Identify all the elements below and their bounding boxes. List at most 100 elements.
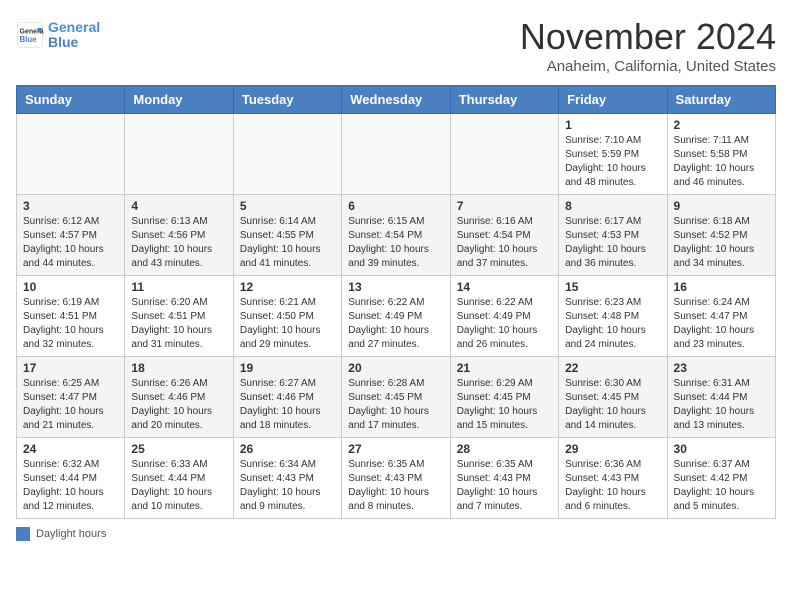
- calendar-cell: 22Sunrise: 6:30 AM Sunset: 4:45 PM Dayli…: [559, 357, 667, 438]
- calendar-week-2: 10 Sunrise: 6:19 AM Sunset: 4:51 PM Dayli…: [17, 276, 776, 357]
- day-info: Sunrise: 6:32 AM Sunset: 4:44 PM Dayligh…: [23, 458, 118, 514]
- day-info: Sunrise: 6:14 AM Sunset: 4:55 PM Dayligh…: [240, 215, 335, 271]
- legend-box: [16, 527, 30, 541]
- calendar-cell: 24 Sunrise: 6:32 AM Sunset: 4:44 PM Dayli…: [17, 438, 125, 519]
- day-info: Sunrise: 6:29 AM Sunset: 4:45 PM Dayligh…: [457, 377, 552, 433]
- header: General Blue General Blue November 2024 …: [16, 16, 776, 75]
- day-info: Sunrise: 6:22 AM Sunset: 4:49 PM Dayligh…: [457, 296, 552, 352]
- day-info: Sunrise: 6:20 AM Sunset: 4:51 PM Dayligh…: [131, 296, 226, 352]
- calendar-header-wednesday: Wednesday: [342, 86, 450, 114]
- calendar-cell: 16Sunrise: 6:24 AM Sunset: 4:47 PM Dayli…: [667, 276, 775, 357]
- svg-text:Blue: Blue: [20, 35, 38, 44]
- day-number: 12: [240, 280, 335, 294]
- calendar-cell: 9Sunrise: 6:18 AM Sunset: 4:52 PM Daylig…: [667, 195, 775, 276]
- calendar-cell: 30 Sunrise: 6:37 AM Sunset: 4:42 PM Dayli…: [667, 438, 775, 519]
- day-number: 26: [240, 442, 335, 456]
- calendar-cell: 27Sunrise: 6:35 AM Sunset: 4:43 PM Dayli…: [342, 438, 450, 519]
- day-info: Sunrise: 6:23 AM Sunset: 4:48 PM Dayligh…: [565, 296, 660, 352]
- day-info: Sunrise: 6:19 AM Sunset: 4:51 PM Dayligh…: [23, 296, 118, 352]
- calendar-week-4: 24 Sunrise: 6:32 AM Sunset: 4:44 PM Dayli…: [17, 438, 776, 519]
- day-number: 14: [457, 280, 552, 294]
- day-info: Sunrise: 6:22 AM Sunset: 4:49 PM Dayligh…: [348, 296, 443, 352]
- calendar-cell: 28Sunrise: 6:35 AM Sunset: 4:43 PM Dayli…: [450, 438, 558, 519]
- calendar-header-monday: Monday: [125, 86, 233, 114]
- calendar-cell: 23Sunrise: 6:31 AM Sunset: 4:44 PM Dayli…: [667, 357, 775, 438]
- day-number: 5: [240, 199, 335, 213]
- legend: Daylight hours: [16, 527, 776, 541]
- day-number: 11: [131, 280, 226, 294]
- calendar-cell: 26Sunrise: 6:34 AM Sunset: 4:43 PM Dayli…: [233, 438, 341, 519]
- day-info: Sunrise: 6:28 AM Sunset: 4:45 PM Dayligh…: [348, 377, 443, 433]
- calendar: SundayMondayTuesdayWednesdayThursdayFrid…: [16, 85, 776, 519]
- calendar-cell: 25 Sunrise: 6:33 AM Sunset: 4:44 PM Dayli…: [125, 438, 233, 519]
- calendar-cell: 18 Sunrise: 6:26 AM Sunset: 4:46 PM Dayli…: [125, 357, 233, 438]
- day-number: 8: [565, 199, 660, 213]
- day-number: 27: [348, 442, 443, 456]
- day-info: Sunrise: 6:30 AM Sunset: 4:45 PM Dayligh…: [565, 377, 660, 433]
- calendar-cell: 29 Sunrise: 6:36 AM Sunset: 4:43 PM Dayli…: [559, 438, 667, 519]
- day-number: 10: [23, 280, 118, 294]
- calendar-cell: 12Sunrise: 6:21 AM Sunset: 4:50 PM Dayli…: [233, 276, 341, 357]
- day-number: 19: [240, 361, 335, 375]
- day-number: 30: [674, 442, 769, 456]
- calendar-cell: 13Sunrise: 6:22 AM Sunset: 4:49 PM Dayli…: [342, 276, 450, 357]
- day-number: 29: [565, 442, 660, 456]
- day-info: Sunrise: 6:27 AM Sunset: 4:46 PM Dayligh…: [240, 377, 335, 433]
- day-info: Sunrise: 6:17 AM Sunset: 4:53 PM Dayligh…: [565, 215, 660, 271]
- day-number: 6: [348, 199, 443, 213]
- calendar-header-thursday: Thursday: [450, 86, 558, 114]
- day-number: 20: [348, 361, 443, 375]
- calendar-week-3: 17Sunrise: 6:25 AM Sunset: 4:47 PM Dayli…: [17, 357, 776, 438]
- day-info: Sunrise: 6:12 AM Sunset: 4:57 PM Dayligh…: [23, 215, 118, 271]
- calendar-week-0: 1Sunrise: 7:10 AM Sunset: 5:59 PM Daylig…: [17, 114, 776, 195]
- calendar-cell: 2 Sunrise: 7:11 AM Sunset: 5:58 PM Daylig…: [667, 114, 775, 195]
- day-number: 23: [674, 361, 769, 375]
- day-number: 3: [23, 199, 118, 213]
- day-info: Sunrise: 7:11 AM Sunset: 5:58 PM Dayligh…: [674, 134, 769, 190]
- day-number: 9: [674, 199, 769, 213]
- day-number: 24: [23, 442, 118, 456]
- calendar-cell: 5 Sunrise: 6:14 AM Sunset: 4:55 PM Daylig…: [233, 195, 341, 276]
- calendar-cell: [342, 114, 450, 195]
- location: Anaheim, California, United States: [520, 58, 776, 75]
- calendar-cell: 19 Sunrise: 6:27 AM Sunset: 4:46 PM Dayli…: [233, 357, 341, 438]
- day-number: 25: [131, 442, 226, 456]
- calendar-cell: 15 Sunrise: 6:23 AM Sunset: 4:48 PM Dayli…: [559, 276, 667, 357]
- day-info: Sunrise: 6:26 AM Sunset: 4:46 PM Dayligh…: [131, 377, 226, 433]
- day-info: Sunrise: 6:33 AM Sunset: 4:44 PM Dayligh…: [131, 458, 226, 514]
- calendar-cell: 3 Sunrise: 6:12 AM Sunset: 4:57 PM Daylig…: [17, 195, 125, 276]
- calendar-cell: [17, 114, 125, 195]
- day-info: Sunrise: 6:36 AM Sunset: 4:43 PM Dayligh…: [565, 458, 660, 514]
- day-info: Sunrise: 6:16 AM Sunset: 4:54 PM Dayligh…: [457, 215, 552, 271]
- day-number: 7: [457, 199, 552, 213]
- calendar-header-sunday: Sunday: [17, 86, 125, 114]
- legend-label: Daylight hours: [36, 528, 106, 540]
- calendar-cell: 8 Sunrise: 6:17 AM Sunset: 4:53 PM Daylig…: [559, 195, 667, 276]
- calendar-cell: [450, 114, 558, 195]
- calendar-header-friday: Friday: [559, 86, 667, 114]
- calendar-cell: [125, 114, 233, 195]
- calendar-cell: 21 Sunrise: 6:29 AM Sunset: 4:45 PM Dayli…: [450, 357, 558, 438]
- day-info: Sunrise: 6:37 AM Sunset: 4:42 PM Dayligh…: [674, 458, 769, 514]
- logo-icon: General Blue: [16, 21, 44, 49]
- calendar-header-saturday: Saturday: [667, 86, 775, 114]
- logo: General Blue General Blue: [16, 20, 100, 51]
- day-number: 18: [131, 361, 226, 375]
- day-number: 2: [674, 118, 769, 132]
- day-info: Sunrise: 6:25 AM Sunset: 4:47 PM Dayligh…: [23, 377, 118, 433]
- day-info: Sunrise: 7:10 AM Sunset: 5:59 PM Dayligh…: [565, 134, 660, 190]
- calendar-cell: 14 Sunrise: 6:22 AM Sunset: 4:49 PM Dayli…: [450, 276, 558, 357]
- calendar-cell: 1Sunrise: 7:10 AM Sunset: 5:59 PM Daylig…: [559, 114, 667, 195]
- day-number: 4: [131, 199, 226, 213]
- day-info: Sunrise: 6:24 AM Sunset: 4:47 PM Dayligh…: [674, 296, 769, 352]
- calendar-cell: 7 Sunrise: 6:16 AM Sunset: 4:54 PM Daylig…: [450, 195, 558, 276]
- day-info: Sunrise: 6:13 AM Sunset: 4:56 PM Dayligh…: [131, 215, 226, 271]
- day-number: 21: [457, 361, 552, 375]
- calendar-cell: 10 Sunrise: 6:19 AM Sunset: 4:51 PM Dayli…: [17, 276, 125, 357]
- month-title: November 2024: [520, 16, 776, 58]
- logo-text: General Blue: [48, 20, 100, 51]
- day-info: Sunrise: 6:15 AM Sunset: 4:54 PM Dayligh…: [348, 215, 443, 271]
- calendar-cell: 17Sunrise: 6:25 AM Sunset: 4:47 PM Dayli…: [17, 357, 125, 438]
- title-area: November 2024 Anaheim, California, Unite…: [520, 16, 776, 75]
- day-number: 15: [565, 280, 660, 294]
